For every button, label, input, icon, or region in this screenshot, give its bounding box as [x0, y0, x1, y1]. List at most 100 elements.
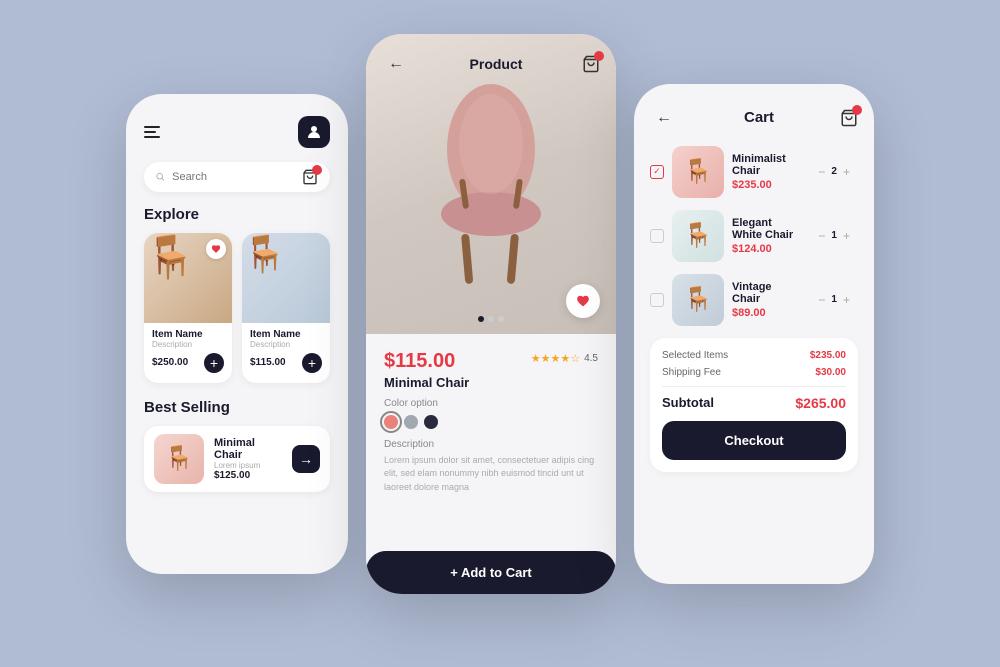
product-cart-badge — [594, 51, 604, 61]
best-selling-info-1: Minimal Chair Lorem ipsum $125.00 — [214, 437, 282, 481]
summary-selected-row: Selected Items $235.00 — [662, 350, 846, 361]
product-heart-button[interactable] — [566, 284, 600, 318]
qty-control-2: − 1 + — [810, 226, 858, 246]
best-selling-name-1: Minimal Chair — [214, 437, 282, 461]
add-card-1-button[interactable]: + — [204, 353, 224, 373]
rating-num: 4.5 — [584, 353, 598, 364]
profile-button[interactable] — [298, 116, 330, 148]
card-1-name: Item Name — [152, 329, 224, 340]
card-2-desc: Description — [250, 340, 322, 349]
qty-num-2: 1 — [831, 230, 837, 241]
cart-header-badge — [852, 105, 862, 115]
shipping-label: Shipping Fee — [662, 367, 721, 378]
cart-item-img-2: 🪑 — [672, 210, 724, 262]
cart-badge — [312, 165, 322, 175]
subtotal-row: Subtotal $265.00 — [662, 386, 846, 411]
color-option-gray[interactable] — [404, 415, 418, 429]
explore-grid: 🪑 Item Name Description $250.00 + — [144, 233, 330, 383]
qty-plus-3[interactable]: + — [843, 293, 850, 307]
qty-plus-1[interactable]: + — [843, 165, 850, 179]
best-selling-img-1: 🪑 — [154, 434, 204, 484]
cart-screen: ← Cart 🪑 Minimalist Chair $235.00 − 2 — [634, 84, 874, 584]
image-dots — [478, 316, 504, 322]
product-price: $115.00 — [384, 350, 469, 373]
search-icon — [156, 171, 165, 183]
checkout-button[interactable]: Checkout — [662, 421, 846, 460]
cart-item-img-1: 🪑 — [672, 146, 724, 198]
cart-summary: Selected Items $235.00 Shipping Fee $30.… — [650, 338, 858, 472]
best-selling-arrow-1[interactable]: → — [292, 445, 320, 473]
menu-icon[interactable] — [144, 126, 160, 138]
selected-label: Selected Items — [662, 350, 728, 361]
desc-text: Lorem ipsum dolor sit amet, consectetuer… — [384, 454, 598, 495]
card-1-info: Item Name Description — [144, 323, 232, 349]
cart-checkbox-2[interactable] — [650, 229, 664, 243]
qty-control-3: − 1 + — [810, 290, 858, 310]
best-selling-title: Best Selling — [144, 399, 330, 416]
cart-checkbox-1[interactable] — [650, 165, 664, 179]
heart-icon — [211, 244, 221, 254]
qty-minus-2[interactable]: − — [818, 229, 825, 243]
card-2-info: Item Name Description — [242, 323, 330, 349]
qty-num-1: 2 — [831, 166, 837, 177]
cart-item-price-3: $89.00 — [732, 307, 802, 319]
desc-label: Description — [384, 439, 598, 450]
stars: ★★★★☆ — [531, 352, 580, 365]
product-nav-title: Product — [470, 56, 523, 72]
cart-header: ← Cart — [650, 104, 858, 132]
best-selling-price-1: $125.00 — [214, 470, 282, 481]
product-cart-button[interactable] — [582, 55, 600, 73]
cart-item-img-3: 🪑 — [672, 274, 724, 326]
cart-checkbox-3[interactable] — [650, 293, 664, 307]
cart-item-1: 🪑 Minimalist Chair $235.00 − 2 + — [650, 146, 858, 198]
color-label: Color option — [384, 398, 598, 409]
cart-title: Cart — [744, 109, 774, 126]
card-1-desc: Description — [152, 340, 224, 349]
explore-card-2[interactable]: 🪑 Item Name Description $115.00 + — [242, 233, 330, 383]
summary-shipping-row: Shipping Fee $30.00 — [662, 367, 846, 378]
product-nav: ← Product — [366, 50, 616, 78]
cart-button[interactable] — [302, 169, 318, 185]
explore-screen: Explore 🪑 Item Name Description — [126, 94, 348, 574]
cart-item-name-1: Minimalist Chair — [732, 153, 802, 177]
qty-num-3: 1 — [831, 294, 837, 305]
cart-item-info-2: Elegant White Chair $124.00 — [732, 217, 802, 255]
explore-title: Explore — [144, 206, 330, 223]
back-button[interactable]: ← — [382, 50, 410, 78]
qty-control-1: − 2 + — [810, 162, 858, 182]
product-image-section: ← Product — [366, 34, 616, 334]
heart-badge-1[interactable] — [206, 239, 226, 259]
add-to-cart-bar[interactable]: + Add to Cart — [366, 551, 616, 594]
best-selling-sub-1: Lorem ipsum — [214, 461, 282, 470]
cart-header-cart-button[interactable] — [840, 109, 858, 127]
card-1-image: 🪑 — [144, 233, 232, 323]
card-2-name: Item Name — [250, 329, 322, 340]
product-heart-icon — [576, 294, 590, 308]
product-screen: ← Product — [366, 34, 616, 594]
search-bar[interactable] — [144, 162, 330, 192]
qty-plus-2[interactable]: + — [843, 229, 850, 243]
card-2-price: $115.00 — [250, 357, 286, 368]
cart-item-price-1: $235.00 — [732, 179, 802, 191]
cart-item-2: 🪑 Elegant White Chair $124.00 − 1 + — [650, 210, 858, 262]
card-2-price-row: $115.00 + — [242, 349, 330, 373]
qty-minus-1[interactable]: − — [818, 165, 825, 179]
card-1-price: $250.00 — [152, 357, 188, 368]
search-input[interactable] — [172, 171, 295, 183]
add-to-cart-label: + Add to Cart — [450, 565, 532, 580]
add-card-2-button[interactable]: + — [302, 353, 322, 373]
card-2-image: 🪑 — [242, 233, 330, 323]
cart-item-3: 🪑 Vintage Chair $89.00 − 1 + — [650, 274, 858, 326]
product-detail: $115.00 Minimal Chair ★★★★☆ 4.5 Color op… — [366, 334, 616, 511]
explore-card-1[interactable]: 🪑 Item Name Description $250.00 + — [144, 233, 232, 383]
cart-back-button[interactable]: ← — [650, 104, 678, 132]
cart-item-name-3: Vintage Chair — [732, 281, 802, 305]
explore-header — [144, 116, 330, 148]
cart-item-price-2: $124.00 — [732, 243, 802, 255]
selected-value: $235.00 — [810, 350, 846, 361]
color-option-dark[interactable] — [424, 415, 438, 429]
qty-minus-3[interactable]: − — [818, 293, 825, 307]
color-option-red[interactable] — [384, 415, 398, 429]
stars-row: ★★★★☆ 4.5 — [531, 352, 598, 365]
best-selling-item-1[interactable]: 🪑 Minimal Chair Lorem ipsum $125.00 → — [144, 426, 330, 492]
